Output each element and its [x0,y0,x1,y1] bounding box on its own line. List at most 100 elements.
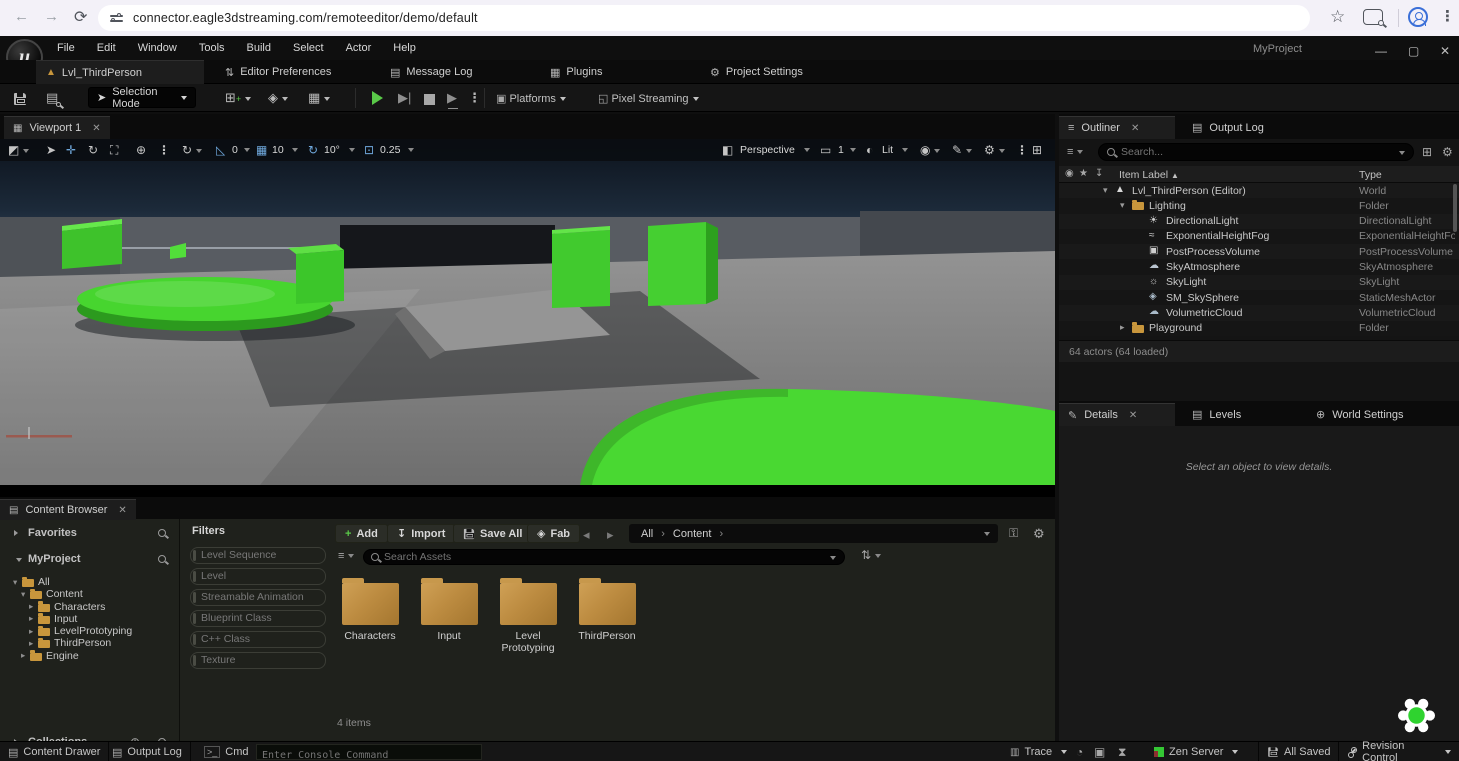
favorites-search-icon[interactable] [158,529,166,537]
platforms-dropdown[interactable]: ▣ Platforms [496,92,566,105]
favorites-section[interactable]: Favorites [0,523,180,545]
menu-help[interactable]: Help [382,38,427,58]
pixel-streaming-dropdown[interactable]: ◱ Pixel Streaming [598,92,699,105]
outliner-filter-icon[interactable]: ≡ [1067,147,1083,158]
tree-caret-icon[interactable]: ▾ [13,577,17,588]
outliner-settings-gear-icon[interactable]: ⚙ [1442,146,1453,158]
outliner-search[interactable] [1098,143,1414,161]
site-settings-icon[interactable] [110,13,123,23]
outliner-row[interactable]: ☁VolumetricCloudVolumetricCloud [1059,305,1459,320]
tree-item-content[interactable]: ▾Content [0,588,180,600]
tree-item-input[interactable]: ▸Input [0,613,180,625]
play-options-icon[interactable]: ⋮ [468,89,481,107]
outliner-search-input[interactable] [1121,145,1371,159]
grid-snap-value[interactable]: 10 [272,144,284,156]
tab-level[interactable]: ▲ Lvl_ThirdPerson [36,60,204,84]
breadcrumb-segment[interactable]: Content [673,528,712,540]
outliner-tab[interactable]: ≡ Outliner ✕ [1059,116,1175,139]
back-icon[interactable]: ← [14,8,29,25]
menu-build[interactable]: Build [236,38,282,58]
project-search-icon[interactable] [158,555,166,563]
save-icon[interactable] [14,92,26,110]
zen-server-dropdown[interactable]: Zen Server [1146,742,1246,761]
outliner-row[interactable]: ☼SkyLightSkyLight [1059,275,1459,290]
menu-file[interactable]: File [46,38,86,58]
expand-caret-icon[interactable]: ▾ [1120,200,1125,211]
lock-icon[interactable]: ⚿ [1009,527,1018,539]
actor-label[interactable]: PostProcessVolume [1166,246,1260,258]
outliner-row[interactable]: ◈SM_SkySphereStaticMeshActor [1059,290,1459,305]
viewport-tab-close-icon[interactable]: ✕ [92,123,100,134]
history-forward-icon[interactable]: ▸ [607,528,614,541]
filter-pill-level[interactable]: Level [190,568,326,585]
browser-menu-icon[interactable]: ⋮ [1440,7,1455,25]
asset-filter-icon[interactable]: ≡ [338,551,354,562]
tree-caret-icon[interactable]: ▾ [21,589,25,600]
viewport-options-icon[interactable]: ◩ [8,142,29,158]
view-mode-dropdown[interactable]: Lit [882,144,893,156]
revision-control-dropdown[interactable]: Revision Control [1340,742,1459,761]
actor-label[interactable]: SkyLight [1166,276,1206,288]
console-command-input[interactable] [257,749,481,761]
tab-search-icon[interactable] [1363,9,1383,25]
perspective-dropdown[interactable]: Perspective [740,144,795,156]
output-log-tab[interactable]: ▤ Output Log [1183,116,1273,139]
frame-skip-icon[interactable]: ▶| [398,89,411,107]
actor-label[interactable]: DirectionalLight [1166,215,1238,227]
profile-avatar[interactable] [1408,7,1428,27]
content-drawer-button[interactable]: ▤ Content Drawer [0,742,109,761]
actor-label[interactable]: VolumetricCloud [1166,307,1242,319]
details-tab-close-icon[interactable]: ✕ [1129,410,1137,421]
expand-caret-icon[interactable]: ▾ [1103,185,1108,196]
output-log-button[interactable]: ▤ Output Log [104,742,191,761]
launch-icon[interactable]: ▶ [447,89,457,107]
outliner-row[interactable]: ☀DirectionalLightDirectionalLight [1059,214,1459,229]
project-caret-icon[interactable] [16,558,22,562]
pin-star-icon[interactable]: ★ [1079,169,1088,179]
camera-speed-icon[interactable]: ▭ [820,142,831,158]
asset-folder-level-prototyping[interactable]: Level Prototyping [491,583,565,654]
surface-snap-toggle-icon[interactable]: ◺ [216,142,225,158]
actor-label[interactable]: Playground [1149,322,1202,334]
outliner-row[interactable]: ≈ExponentialHeightFogExponentialHeightFo… [1059,229,1459,244]
levels-tab[interactable]: ▤ Levels [1183,403,1250,426]
outliner-scrollbar[interactable] [1453,184,1457,232]
streaming-settings-gear-icon[interactable] [1398,697,1435,734]
tab-message-log[interactable]: ▤ Message Log [380,60,482,84]
world-coordinate-icon[interactable]: ⊕ [136,142,146,158]
column-item-label[interactable]: Item Label ▲ [1119,169,1179,181]
rotation-snap-icon[interactable]: ↻ [308,142,318,158]
world-settings-tab[interactable]: ⊕ World Settings [1307,403,1413,426]
outliner-tab-close-icon[interactable]: ✕ [1131,123,1139,134]
viewport-3d-scene[interactable] [0,139,1055,497]
insights-icon[interactable]: ◔ [1076,746,1083,758]
selection-mode-dropdown[interactable]: ➤ Selection Mode [88,87,196,108]
filter-pill-c-class[interactable]: C++ Class [190,631,326,648]
save-all-button[interactable]: Save All [453,524,532,543]
scale-tool-icon[interactable]: ⛶ [110,142,118,158]
console-command-field[interactable] [256,744,482,760]
actor-label[interactable]: Lighting [1149,200,1186,212]
breadcrumb-segment[interactable]: All [641,528,653,540]
tab-plugins[interactable]: ▦ Plugins [540,60,612,84]
tab-project-settings[interactable]: ⚙ Project Settings [700,60,813,84]
rotate-tool-icon[interactable]: ↻ [88,142,98,158]
sort-icon[interactable]: ⇅ [861,549,881,561]
tree-caret-icon[interactable]: ▸ [29,638,33,649]
screenshot-icon[interactable]: ▣ [1094,746,1105,758]
outliner-row[interactable]: ▸PlaygroundFolder [1059,321,1459,336]
history-back-icon[interactable]: ◂ [583,528,590,541]
filter-pill-blueprint-class[interactable]: Blueprint Class [190,610,326,627]
show-flags-icon[interactable]: ◉ [920,142,940,158]
column-type[interactable]: Type [1359,169,1382,181]
move-tool-icon[interactable]: ✛ [66,142,76,158]
trace-dropdown[interactable]: ▥ Trace [1002,742,1075,761]
scale-snap-icon[interactable]: ⊡ [364,142,374,158]
viewport-settings-gear-icon[interactable]: ⚙ [984,142,1005,158]
address-bar[interactable]: connector.eagle3dstreaming.com/remoteedi… [98,5,1310,31]
outliner-row[interactable]: ▣PostProcessVolumePostProcessVolume [1059,244,1459,259]
hourglass-icon[interactable]: ⧗ [1118,746,1126,758]
asset-folder-thirdperson[interactable]: ThirdPerson [570,583,644,643]
blueprints-icon[interactable]: ◈ [268,89,288,107]
minimize-button[interactable]: — [1375,44,1387,58]
